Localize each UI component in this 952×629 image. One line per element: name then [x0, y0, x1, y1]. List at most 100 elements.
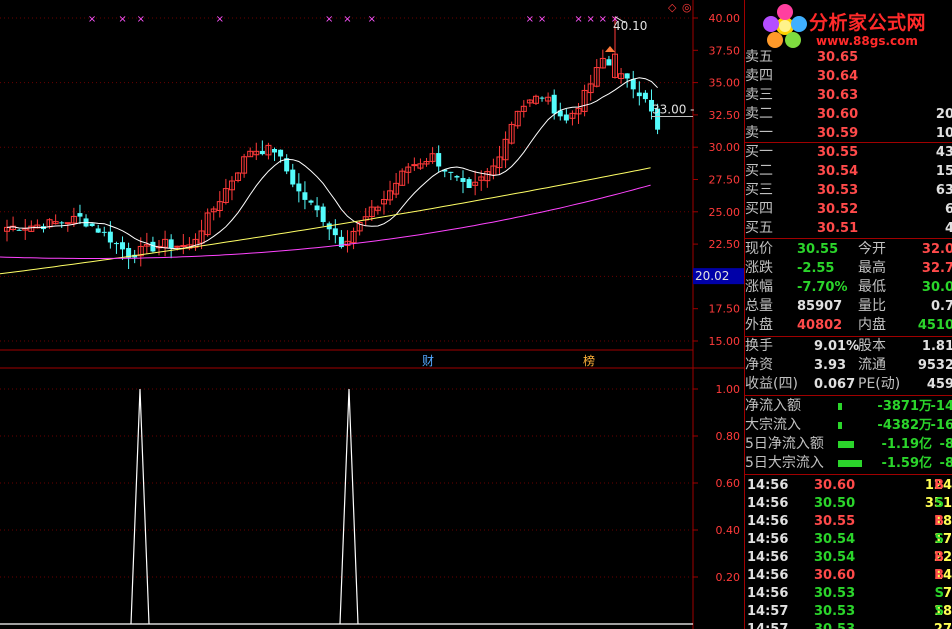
candle-body-down [642, 92, 648, 100]
flow-bar [838, 422, 842, 429]
logo-url: www.88gs.com [816, 34, 918, 48]
flow-value: -3871万 [877, 399, 932, 414]
buy-level-label: 买一 [745, 144, 773, 160]
current-price-tag: 33.00 - [652, 102, 695, 116]
fund-label-2: 股本 [858, 338, 886, 354]
stat-label: 现价 [745, 241, 773, 257]
price-tick-label: 35.00 [709, 77, 741, 90]
fund-label-2: 流通 [858, 357, 886, 373]
candle-body-down [448, 171, 454, 173]
indicator-tick-label: 0.20 [716, 571, 741, 584]
candle-body-down [636, 92, 642, 97]
tick-row: 14:56 30.60 124 B [744, 476, 952, 495]
low-price-tag: 20.02 [695, 269, 729, 283]
fund-value-2: 9532 [917, 358, 952, 373]
flow-value: -1.59亿 [881, 456, 932, 471]
sell-level-price: 30.59 [817, 126, 859, 141]
tick-time: 14:56 [747, 532, 789, 547]
tick-time: 14:56 [747, 478, 789, 493]
fundamental-row: 净资 3.93 流通 9532 [744, 356, 952, 375]
sell-level-row: 卖三 30.63 [744, 86, 952, 105]
tick-row: 14:57 30.53 18 S [744, 602, 952, 621]
candle-body-down [89, 223, 95, 227]
sell-level-row: 卖二 30.60 20 [744, 105, 952, 124]
fundamental-row: 换手 9.01% 股本 1.81 [744, 337, 952, 356]
tick-row: 14:56 30.60 14 B [744, 566, 952, 585]
candle-body-down [624, 73, 630, 79]
stat-label-2: 最高 [858, 260, 886, 276]
tick-side: B [934, 478, 944, 493]
signal-x-marker: × [325, 14, 333, 25]
tick-time: 14:57 [747, 620, 788, 629]
tick-time: 14:56 [747, 496, 789, 511]
signal-x-marker: × [368, 14, 376, 25]
stat-value-2: 4510 [917, 318, 952, 333]
buy-level-price: 30.53 [817, 183, 859, 198]
candle-body-down [113, 243, 119, 245]
candle-body-down [302, 192, 308, 200]
candle-body-down [539, 97, 545, 99]
tick-price: 30.60 [814, 478, 856, 493]
price-tick-label: 30.00 [709, 141, 741, 154]
buy-level-volume: 6 [944, 202, 952, 217]
buy-level-row: 买四 30.52 6 [744, 200, 952, 219]
buy-level-label: 买三 [745, 182, 773, 198]
candle-body-up [411, 164, 418, 167]
flow-bar [838, 460, 862, 467]
signal-x-marker: × [599, 14, 607, 25]
stat-value-2: 0.7 [930, 299, 952, 314]
fund-label: 收益(四) [745, 376, 798, 392]
flow-label: 5日大宗流入 [745, 455, 824, 471]
sell-level-label: 卖三 [745, 87, 773, 103]
trigger-triangle [605, 46, 615, 52]
buy-level-volume: 63 [935, 183, 952, 198]
flow-label: 5日净流入额 [745, 436, 824, 452]
tick-side: S [934, 604, 944, 619]
fund-label-2: PE(动) [858, 376, 901, 392]
indicator-tick-label: 0.60 [716, 477, 741, 490]
sell-level-volume: 10 [935, 126, 952, 141]
stat-value: -7.70% [797, 280, 848, 295]
stat-value: 85907 [797, 299, 843, 314]
signal-x-marker: × [526, 14, 534, 25]
candle-body-down [563, 114, 569, 121]
flow-value: -1.19亿 [881, 437, 932, 452]
expand-circle-icon[interactable]: ◎ [682, 1, 692, 14]
sell-level-price: 30.60 [817, 107, 859, 122]
tick-side: S [934, 496, 944, 511]
tick-side: B [934, 568, 944, 583]
candle-body-down [150, 241, 156, 252]
tick-price: 30.60 [814, 568, 856, 583]
flow-row: 5日净流入额 -8 -1.19亿 [744, 435, 952, 454]
tick-row: 14:56 30.55 18 B [744, 512, 952, 531]
kline-chart-svg[interactable]: 40.00 37.50 35.00 32.50 30.00 27.50 25.00 22.50… [0, 0, 744, 629]
buy-level-row: 买五 30.51 4 [744, 219, 952, 238]
buy-level-label: 买四 [745, 201, 773, 217]
sell-level-volume: 20 [935, 107, 952, 122]
signal-x-marker: × [574, 14, 582, 25]
sell-level-price: 30.64 [817, 69, 859, 84]
sell-level-price: 30.63 [817, 88, 859, 103]
logo-text: 分析家公式网 [809, 12, 927, 34]
stat-label-2: 量比 [858, 298, 886, 314]
stat-label: 涨跌 [745, 260, 773, 276]
candle-body-down [272, 149, 278, 153]
buy-level-row: 买一 30.55 43 [744, 143, 952, 162]
buy-level-label: 买五 [745, 220, 773, 236]
signal-x-marker: × [538, 14, 546, 25]
indicator-spike [130, 388, 150, 625]
buy-level-price: 30.51 [817, 221, 859, 236]
flow-tail: -14 [930, 399, 952, 414]
price-tick-label: 25.00 [709, 206, 741, 219]
fund-value-2: 459 [926, 377, 952, 392]
stat-label-2: 今开 [858, 241, 886, 257]
expand-diamond-icon[interactable]: ◇ [668, 1, 677, 14]
flow-value: -4382万 [877, 418, 932, 433]
flow-bar [838, 403, 842, 410]
signal-x-marker: × [88, 14, 96, 25]
kline-chart-area[interactable]: 40.00 37.50 35.00 32.50 30.00 27.50 25.00 22.50… [0, 0, 744, 629]
candle-body-down [59, 222, 65, 224]
candle-body-down [332, 228, 338, 236]
tick-price: 30.53 [814, 620, 855, 629]
stat-value: 30.55 [797, 242, 839, 257]
